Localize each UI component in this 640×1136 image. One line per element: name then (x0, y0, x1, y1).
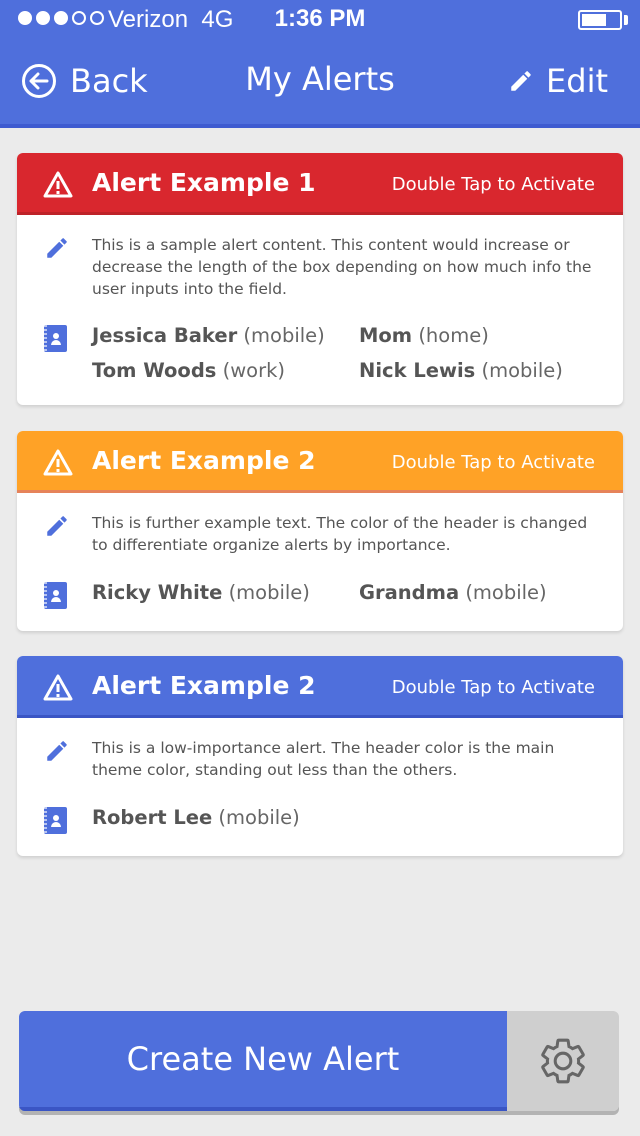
alert-title: Alert Example 2 (92, 446, 316, 475)
contact-entry: Tom Woods (work) (92, 359, 285, 382)
contact-name: Jessica Baker (92, 324, 238, 347)
battery-level (582, 14, 606, 26)
alert-header: Alert Example 2 Double Tap to Activate (17, 656, 623, 718)
alert-card[interactable]: Alert Example 1 Double Tap to Activate T… (17, 153, 623, 405)
contacts-icon (44, 325, 67, 352)
contact-type: (mobile) (481, 359, 563, 382)
warning-icon (43, 171, 73, 198)
alert-card[interactable]: Alert Example 2 Double Tap to Activate T… (17, 656, 623, 856)
activate-hint: Double Tap to Activate (391, 452, 595, 473)
alert-description: This is further example text. The color … (92, 514, 588, 554)
edit-label: Edit (546, 62, 608, 100)
bottom-action-bar: Create New Alert (19, 1011, 619, 1111)
contact-name: Mom (359, 324, 413, 347)
alert-header: Alert Example 2 Double Tap to Activate (17, 431, 623, 493)
alert-description: This is a low-importance alert. The head… (92, 739, 555, 779)
contact-name: Tom Woods (92, 359, 217, 382)
gear-icon (541, 1038, 585, 1084)
warning-icon (43, 674, 73, 701)
edit-button[interactable]: Edit (508, 58, 608, 104)
alert-card[interactable]: Alert Example 2 Double Tap to Activate T… (17, 431, 623, 631)
status-time: 1:36 PM (274, 5, 366, 32)
contacts-icon (44, 807, 67, 834)
pencil-icon (47, 238, 67, 258)
contact-entry: Grandma (mobile) (359, 581, 547, 604)
battery-icon (578, 10, 622, 30)
contact-entry: Robert Lee (mobile) (92, 806, 300, 829)
top-bar: Verizon 4G 1:36 PM Back My Alerts Edit (0, 0, 640, 128)
contact-type: (mobile) (218, 806, 300, 829)
pencil-icon (47, 741, 67, 761)
battery-tip (624, 15, 628, 25)
contact-type: (mobile) (243, 324, 325, 347)
alert-title: Alert Example 1 (92, 168, 316, 197)
contact-name: Nick Lewis (359, 359, 476, 382)
pencil-icon (511, 71, 531, 91)
contact-entry: Nick Lewis (mobile) (359, 359, 563, 382)
contact-type: (work) (222, 359, 285, 382)
contact-name: Grandma (359, 581, 460, 604)
alert-title: Alert Example 2 (92, 671, 316, 700)
contact-name: Ricky White (92, 581, 223, 604)
contact-entry: Mom (home) (359, 324, 489, 347)
pencil-icon (47, 516, 67, 536)
contact-type: (home) (418, 324, 489, 347)
alert-header: Alert Example 1 Double Tap to Activate (17, 153, 623, 215)
contact-entry: Ricky White (mobile) (92, 581, 310, 604)
activate-hint: Double Tap to Activate (391, 174, 595, 195)
contact-type: (mobile) (465, 581, 547, 604)
contact-type: (mobile) (228, 581, 310, 604)
warning-icon (43, 449, 73, 476)
activate-hint: Double Tap to Activate (391, 677, 595, 698)
contact-name: Robert Lee (92, 806, 213, 829)
alert-description: This is a sample alert content. This con… (92, 236, 592, 298)
contacts-icon (44, 582, 67, 609)
status-bar: Verizon 4G 1:36 PM (0, 0, 640, 40)
contact-entry: Jessica Baker (mobile) (92, 324, 325, 347)
create-new-alert-button[interactable]: Create New Alert (19, 1011, 507, 1111)
settings-button[interactable] (507, 1011, 619, 1111)
